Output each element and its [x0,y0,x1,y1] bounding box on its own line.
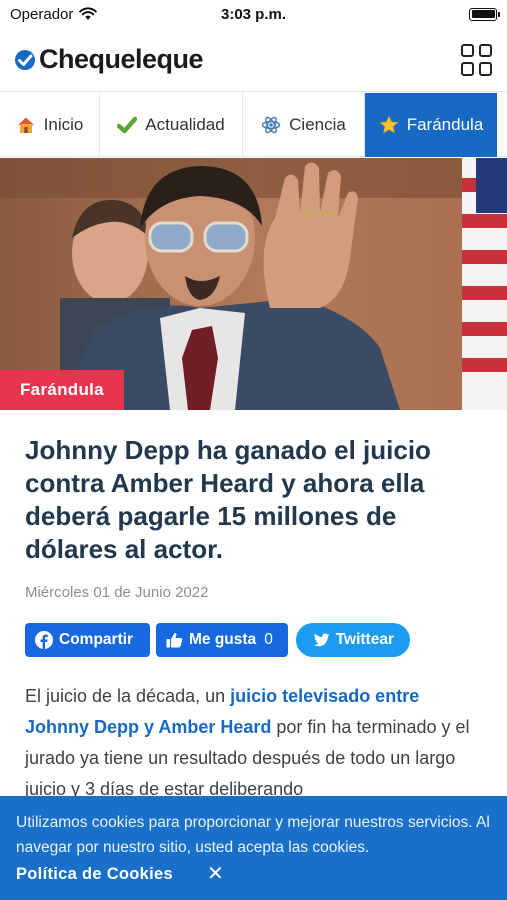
tab-label: Ciencia [289,115,346,134]
cookie-banner: Utilizamos cookies para proporcionar y m… [0,796,507,900]
twitter-bird-icon [313,632,330,646]
article-date: Miércoles 01 de Junio 2022 [25,584,209,601]
like-button[interactable]: Me gusta 0 [156,623,288,657]
site-header: Chequeleque [0,28,507,92]
carrier-label: Operador [10,5,74,23]
tab-inicio[interactable]: Inicio [0,93,100,157]
grid-icon [461,43,474,57]
thumbs-up-icon [166,633,183,648]
category-badge[interactable]: Farándula [0,370,124,410]
cookie-policy-link[interactable]: Política de Cookies [16,865,173,884]
status-bar: Operador 3:03 p.m. [0,0,507,28]
house-icon [17,117,34,133]
wifi-icon [79,7,98,20]
close-icon[interactable]: ✕ [207,864,224,884]
hero-image[interactable]: Farándula [0,158,507,410]
logo-text: Chequeleque [39,44,204,74]
article-headline: Johnny Depp ha ganado el juicio contra A… [25,435,431,564]
star-icon [379,115,399,134]
article-body: El juicio de la década, un juicio televi… [25,681,482,805]
twitter-share-label: Twittear [335,631,394,648]
tab-label: Farándula [406,115,484,134]
battery-icon [469,7,500,21]
battery-level [471,10,495,18]
status-left: Operador [10,5,98,23]
check-logo-icon [15,49,35,70]
twitter-share-button[interactable]: Twittear [296,623,410,657]
checkmark-icon [117,116,138,134]
tab-label: Inicio [43,115,84,134]
logo[interactable]: Chequeleque [14,44,204,75]
cookie-message: Utilizamos cookies para proporcionar y m… [16,814,490,856]
like-count: 0 [264,631,273,648]
body-intro: El juicio de la década, un [25,686,231,706]
atom-icon [261,116,281,134]
tab-label: Actualidad [145,115,225,134]
cookie-actions: Política de Cookies ✕ [16,864,491,884]
like-label: Me gusta [189,631,257,648]
menu-grid-button[interactable] [461,43,493,76]
tab-ciencia[interactable]: Ciencia [243,93,365,157]
facebook-icon [35,631,53,649]
facebook-share-button[interactable]: Compartir [25,623,150,657]
tab-actualidad[interactable]: Actualidad [100,93,243,157]
category-nav: Inicio Actualidad Ciencia Farándula [0,93,507,157]
share-buttons: Compartir Me gusta 0 Twittear [25,623,482,657]
tab-farandula[interactable]: Farándula [365,93,497,157]
facebook-share-label: Compartir [59,631,134,648]
article: Johnny Depp ha ganado el juicio contra A… [0,410,507,805]
